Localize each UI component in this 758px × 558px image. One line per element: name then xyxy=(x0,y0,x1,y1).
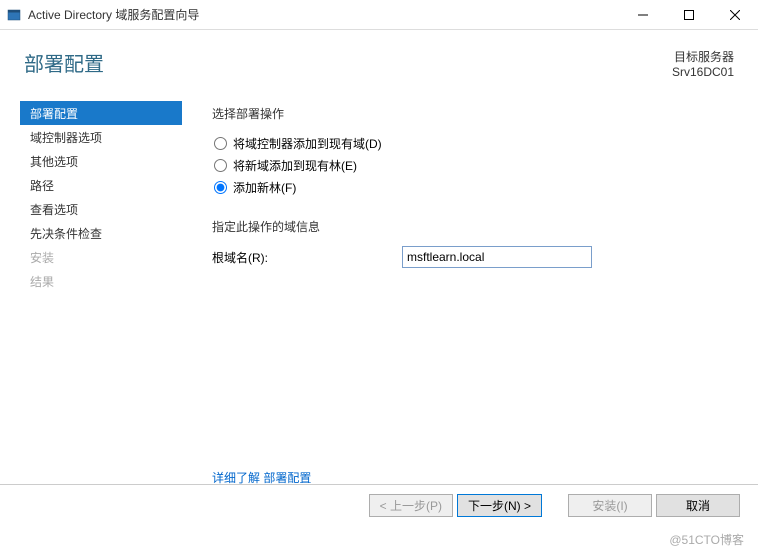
radio-input[interactable] xyxy=(214,181,227,194)
radio-label: 将新域添加到现有林(E) xyxy=(233,157,357,174)
prev-button: < 上一步(P) xyxy=(369,494,453,517)
maximize-button[interactable] xyxy=(666,0,712,29)
main-content: 选择部署操作 将域控制器添加到现有域(D) 将新域添加到现有林(E) 添加新林(… xyxy=(182,91,758,491)
sidebar-item-install: 安装 xyxy=(20,245,182,269)
sidebar-item-results: 结果 xyxy=(20,269,182,293)
window-title: Active Directory 域服务配置向导 xyxy=(28,6,620,23)
page-title: 部署配置 xyxy=(24,48,104,79)
sidebar-item-other-options[interactable]: 其他选项 xyxy=(20,149,182,173)
sidebar: 部署配置 域控制器选项 其他选项 路径 查看选项 先决条件检查 安装 结果 xyxy=(0,91,182,491)
root-domain-label: 根域名(R): xyxy=(212,249,402,266)
learn-more-text: 详细了解 xyxy=(212,471,263,485)
sidebar-item-label: 结果 xyxy=(30,273,54,290)
radio-input[interactable] xyxy=(214,137,227,150)
sidebar-item-label: 其他选项 xyxy=(30,153,78,170)
titlebar: Active Directory 域服务配置向导 xyxy=(0,0,758,30)
radio-add-dc-existing-domain[interactable]: 将域控制器添加到现有域(D) xyxy=(214,132,728,154)
sidebar-item-label: 查看选项 xyxy=(30,201,78,218)
target-server-box: 目标服务器 Srv16DC01 xyxy=(672,48,734,79)
radio-label: 将域控制器添加到现有域(D) xyxy=(233,135,382,152)
sidebar-item-paths[interactable]: 路径 xyxy=(20,173,182,197)
radio-add-new-forest[interactable]: 添加新林(F) xyxy=(214,176,728,198)
radio-label: 添加新林(F) xyxy=(233,179,296,196)
root-domain-row: 根域名(R): xyxy=(212,245,728,269)
target-server: Srv16DC01 xyxy=(672,65,734,79)
close-button[interactable] xyxy=(712,0,758,29)
watermark: @51CTO博客 xyxy=(669,531,744,548)
sidebar-item-deployment-config[interactable]: 部署配置 xyxy=(20,101,182,125)
sidebar-item-label: 安装 xyxy=(30,249,54,266)
sidebar-item-prereq-check[interactable]: 先决条件检查 xyxy=(20,221,182,245)
sidebar-item-dc-options[interactable]: 域控制器选项 xyxy=(20,125,182,149)
next-button[interactable]: 下一步(N) > xyxy=(457,494,542,517)
app-icon xyxy=(6,7,22,23)
sidebar-item-label: 部署配置 xyxy=(30,105,78,122)
target-label: 目标服务器 xyxy=(672,48,734,65)
sidebar-item-label: 域控制器选项 xyxy=(30,129,102,146)
radio-input[interactable] xyxy=(214,159,227,172)
minimize-button[interactable] xyxy=(620,0,666,29)
install-button: 安装(I) xyxy=(568,494,652,517)
select-operation-label: 选择部署操作 xyxy=(212,105,728,122)
footer: < 上一步(P) 下一步(N) > 安装(I) 取消 xyxy=(0,484,758,526)
root-domain-input[interactable] xyxy=(402,246,592,268)
cancel-button[interactable]: 取消 xyxy=(656,494,740,517)
learn-more-topic: 部署配置 xyxy=(263,471,311,485)
body: 部署配置 域控制器选项 其他选项 路径 查看选项 先决条件检查 安装 结果 选择… xyxy=(0,91,758,491)
sidebar-item-label: 路径 xyxy=(30,177,54,194)
deploy-operation-radio-group: 将域控制器添加到现有域(D) 将新域添加到现有林(E) 添加新林(F) xyxy=(214,132,728,198)
sidebar-item-review[interactable]: 查看选项 xyxy=(20,197,182,221)
window-controls xyxy=(620,0,758,29)
domain-info-label: 指定此操作的域信息 xyxy=(212,218,728,235)
header: 部署配置 目标服务器 Srv16DC01 xyxy=(0,30,758,91)
radio-add-domain-existing-forest[interactable]: 将新域添加到现有林(E) xyxy=(214,154,728,176)
sidebar-item-label: 先决条件检查 xyxy=(30,225,102,242)
